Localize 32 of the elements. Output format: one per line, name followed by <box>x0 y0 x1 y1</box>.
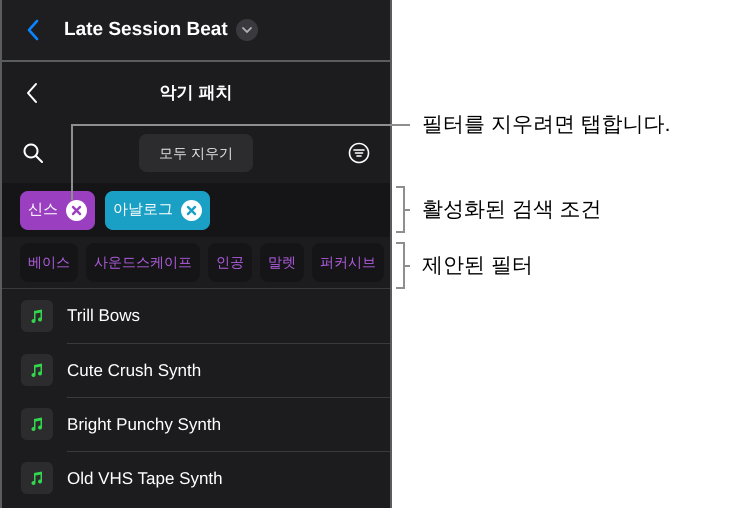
filter-icon[interactable] <box>348 142 370 164</box>
bracket-line <box>395 186 411 233</box>
music-note-icon <box>29 362 45 378</box>
patch-row[interactable]: Trill Bows <box>2 289 390 343</box>
suggested-filter[interactable]: 베이스 <box>20 243 78 282</box>
patch-row[interactable]: Old VHS Tape Synth <box>2 451 390 505</box>
music-note-icon <box>29 470 45 486</box>
callout-text: 제안된 필터 <box>422 255 533 276</box>
patch-name: Bright Punchy Synth <box>67 414 222 436</box>
patch-row[interactable]: Bright Punchy Synth <box>2 397 390 451</box>
callout-text: 필터를 지우려면 탭합니다. <box>422 114 671 135</box>
remove-icon[interactable] <box>181 200 202 220</box>
patch-row[interactable]: Cute Crush Synth <box>2 343 390 397</box>
suggested-filter[interactable]: 말렛 <box>260 243 304 282</box>
music-note-icon <box>29 416 45 432</box>
project-title: Late Session Beat <box>64 18 228 42</box>
suggested-filter[interactable]: 퍼커시브 <box>312 243 384 282</box>
callout-text: 활성화된 검색 조건 <box>422 199 602 220</box>
suggested-filter[interactable]: 인공 <box>208 243 252 282</box>
filter-tag[interactable]: 신스 <box>20 190 95 230</box>
search-icon[interactable] <box>22 142 44 164</box>
panel-title: 악기 패치 <box>160 82 232 104</box>
bracket-line <box>395 242 411 289</box>
patch-name: Cute Crush Synth <box>67 360 202 382</box>
clear-all-button[interactable]: 모두 지우기 <box>139 134 253 172</box>
patch-name: Old VHS Tape Synth <box>67 468 223 490</box>
suggested-filter[interactable]: 사운드스케이프 <box>86 243 200 282</box>
patch-name: Trill Bows <box>67 305 140 328</box>
filter-tag[interactable]: 아날로그 <box>105 190 210 230</box>
chevron-down-icon[interactable] <box>236 19 258 41</box>
music-note-icon <box>29 308 45 324</box>
remove-icon[interactable] <box>66 200 87 220</box>
